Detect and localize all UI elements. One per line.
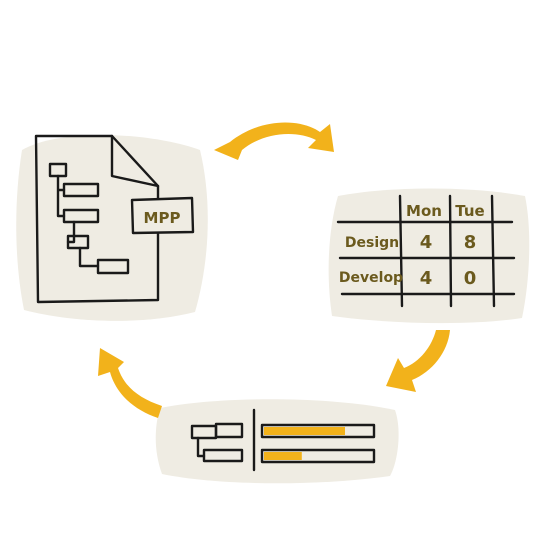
column-header: Tue xyxy=(455,202,484,220)
column-header: Mon xyxy=(406,202,442,220)
gantt-bar-progress xyxy=(264,427,345,435)
left-arrow xyxy=(98,348,162,418)
gantt-bar-progress xyxy=(264,452,302,460)
cycle-diagram: MPP Mon Tue Design 4 8 Develop 4 0 xyxy=(0,0,550,550)
table-cell: 4 xyxy=(420,232,433,253)
mpp-badge: MPP xyxy=(130,196,195,235)
mpp-label: MPP xyxy=(144,209,181,227)
right-arrow xyxy=(386,330,450,392)
row-label: Develop xyxy=(339,270,403,286)
top-arrow xyxy=(214,122,334,160)
gantt-wash xyxy=(155,399,399,484)
table-cell: 8 xyxy=(464,232,477,253)
diagram-canvas: MPP Mon Tue Design 4 8 Develop 4 0 xyxy=(16,122,530,484)
table-cell: 4 xyxy=(420,268,433,289)
table-cell: 0 xyxy=(464,268,477,289)
row-label: Design xyxy=(345,235,399,251)
